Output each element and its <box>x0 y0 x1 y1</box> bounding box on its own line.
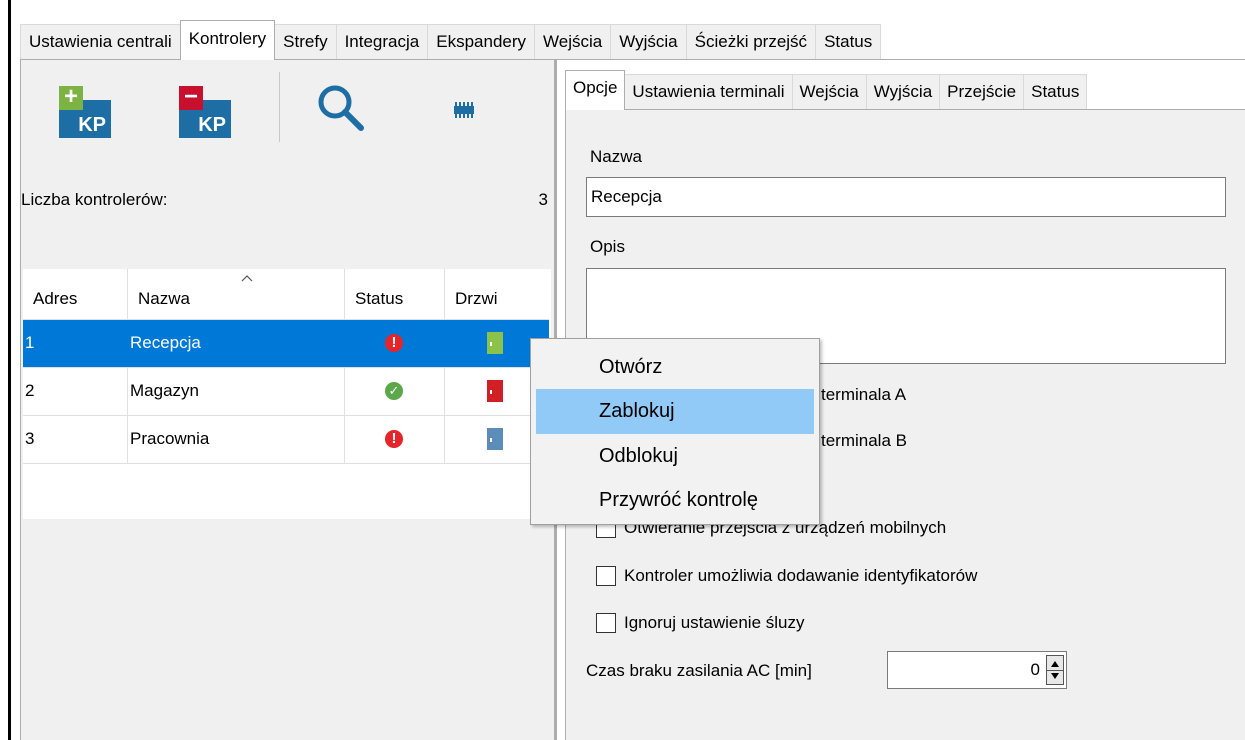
cell-status: ! <box>345 320 445 367</box>
cell-name: Recepcja <box>128 320 345 367</box>
description-label: Opis <box>590 237 625 256</box>
add-controller-icon: KP + <box>59 85 113 138</box>
tab-wejscia[interactable]: Wejścia <box>534 24 612 60</box>
cell-status: ! <box>345 416 445 463</box>
module-icon <box>454 102 474 118</box>
ignore-sluice-checkbox[interactable] <box>596 613 616 633</box>
table-row[interactable]: 1 Recepcja ! <box>23 320 549 368</box>
error-status-icon: ! <box>385 430 403 448</box>
cell-address: 3 <box>23 416 128 463</box>
controller-count-value: 3 <box>538 190 548 209</box>
toolbar-separator <box>279 72 280 142</box>
door-open-icon <box>487 332 503 354</box>
plus-icon: + <box>59 85 83 110</box>
column-header-status[interactable]: Status <box>345 269 445 320</box>
terminal-a-label-fragment: terminala A <box>821 385 907 404</box>
door-closed-icon <box>487 428 503 450</box>
tab-sciezki-przejsc[interactable]: Ścieżki przejść <box>685 24 817 60</box>
ok-status-icon: ✓ <box>385 382 403 400</box>
window-left-border <box>8 0 11 740</box>
tab-kontrolery[interactable]: Kontrolery <box>179 20 276 60</box>
search-button[interactable] <box>313 80 373 138</box>
ignore-sluice-label: Ignoruj ustawienie śluzy <box>624 613 805 632</box>
device-button[interactable] <box>438 80 498 138</box>
search-icon <box>318 85 364 131</box>
column-header-drzwi[interactable]: Drzwi <box>445 269 549 320</box>
cell-status: ✓ <box>345 368 445 415</box>
controller-count-label: Liczba kontrolerów: <box>21 190 168 209</box>
menu-item-odblokuj[interactable]: Odblokuj <box>536 434 814 479</box>
ac-loss-time-label: Czas braku zasilania AC [min] <box>586 661 812 680</box>
tab-integracja[interactable]: Integracja <box>335 24 429 60</box>
add-identifiers-label: Kontroler umożliwia dodawanie identyfika… <box>624 566 978 585</box>
tab-ustawienia-terminali[interactable]: Ustawienia terminali <box>624 74 793 110</box>
name-label: Nazwa <box>590 147 642 166</box>
spin-buttons[interactable] <box>1046 655 1064 685</box>
menu-item-otworz[interactable]: Otwórz <box>536 345 814 390</box>
column-header-nazwa[interactable]: Nazwa <box>128 269 345 320</box>
controllers-table: Adres Nazwa Status Drzwi 1 Recepcja ! 2 … <box>23 269 551 519</box>
table-header: Adres Nazwa Status Drzwi <box>23 269 549 320</box>
door-context-menu: Otwórz Zablokuj Odblokuj Przywróć kontro… <box>530 338 820 525</box>
cell-address: 2 <box>23 368 128 415</box>
add-identifiers-checkbox-row[interactable]: Kontroler umożliwia dodawanie identyfika… <box>596 566 977 586</box>
column-header-adres[interactable]: Adres <box>23 269 128 320</box>
tab-strefy[interactable]: Strefy <box>274 24 337 60</box>
table-row[interactable]: 3 Pracownia ! <box>23 416 549 464</box>
name-field[interactable] <box>586 177 1226 217</box>
door-locked-icon <box>487 380 503 402</box>
menu-item-zablokuj[interactable]: Zablokuj <box>536 389 814 434</box>
tab-ekspandery[interactable]: Ekspandery <box>427 24 536 60</box>
tab-przejscie[interactable]: Przejście <box>939 74 1025 110</box>
main-tab-bar: Ustawienia centrali Kontrolery Strefy In… <box>20 20 882 60</box>
spin-up-icon[interactable] <box>1051 661 1059 667</box>
ac-loss-time-stepper[interactable]: 0 <box>887 651 1067 689</box>
tab-status[interactable]: Status <box>815 24 882 60</box>
cell-address: 1 <box>23 320 128 367</box>
tab-wejscia-detail[interactable]: Wejścia <box>791 74 867 110</box>
terminal-b-label-fragment: terminala B <box>821 431 907 450</box>
add-controller-button[interactable]: KP + <box>53 80 113 138</box>
detail-tab-bar: Opcje Ustawienia terminali Wejścia Wyjśc… <box>565 70 1088 110</box>
menu-item-przywroc-kontrole[interactable]: Przywróć kontrolę <box>536 478 814 523</box>
tab-status-detail[interactable]: Status <box>1023 74 1088 110</box>
sort-ascending-icon <box>241 275 253 282</box>
spin-divider <box>1047 670 1063 671</box>
add-identifiers-checkbox[interactable] <box>596 566 616 586</box>
cell-name: Pracownia <box>128 416 345 463</box>
tab-opcje[interactable]: Opcje <box>565 70 626 110</box>
cell-name: Magazyn <box>128 368 345 415</box>
table-row[interactable]: 2 Magazyn ✓ <box>23 368 549 416</box>
ac-loss-time-value[interactable]: 0 <box>1031 660 1040 680</box>
remove-controller-icon: KP − <box>179 85 233 138</box>
spin-down-icon[interactable] <box>1051 673 1059 679</box>
error-status-icon: ! <box>385 334 403 352</box>
tab-ustawienia-centrali[interactable]: Ustawienia centrali <box>20 24 181 60</box>
ignore-sluice-checkbox-row[interactable]: Ignoruj ustawienie śluzy <box>596 613 804 633</box>
remove-controller-button[interactable]: KP − <box>173 80 233 138</box>
controllers-panel: KP + KP − Liczba kontrolerów: 3 Adres Na… <box>20 60 555 740</box>
tab-wyjscia-detail[interactable]: Wyjścia <box>865 74 941 110</box>
tab-wyjscia[interactable]: Wyjścia <box>610 24 687 60</box>
minus-icon: − <box>179 85 203 110</box>
controllers-toolbar: KP + KP − <box>23 62 552 152</box>
